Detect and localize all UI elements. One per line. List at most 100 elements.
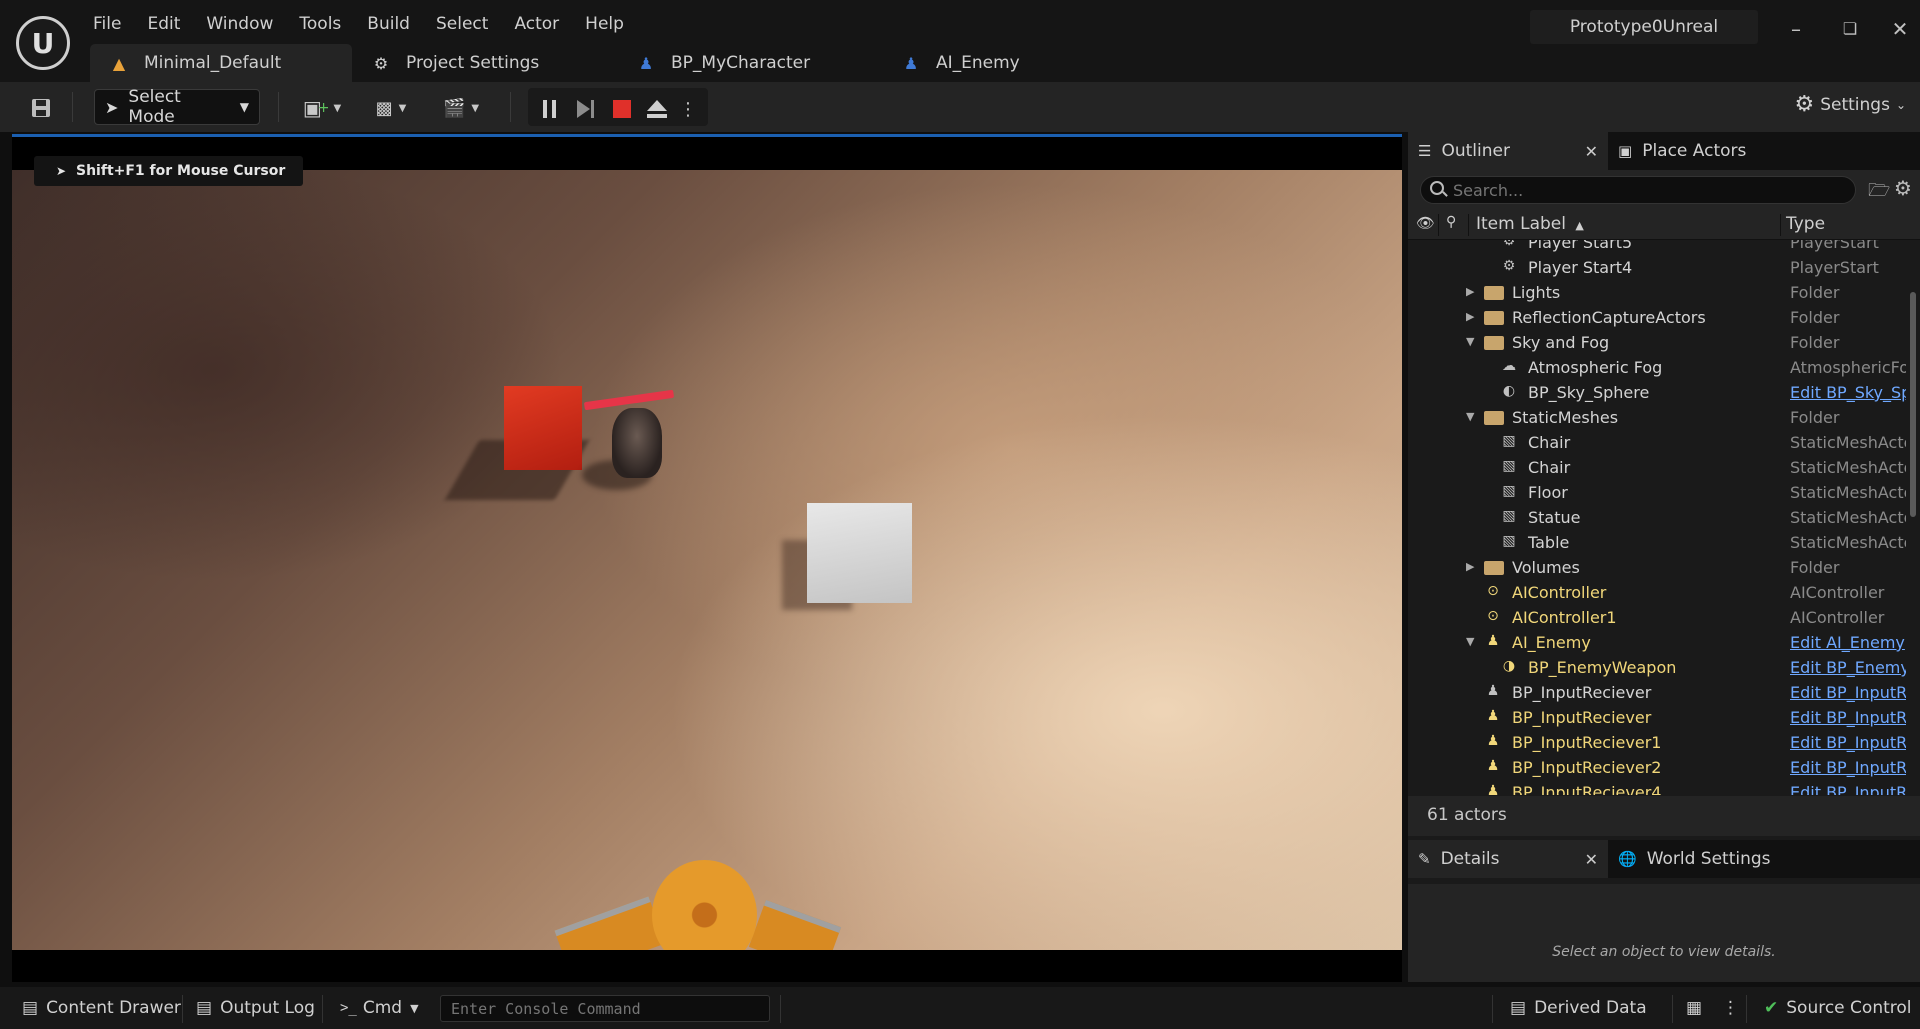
edit-blueprint-link[interactable]: Edit BP_EnemyWeapon xyxy=(1790,658,1906,677)
chevron-right-icon[interactable]: ▶ xyxy=(1466,560,1474,573)
console-command-input[interactable] xyxy=(440,995,770,1022)
menu-file[interactable]: File xyxy=(80,8,134,40)
select-mode-dropdown[interactable]: ➤ Select Mode ▼ xyxy=(94,87,260,127)
source-control-button[interactable]: ✔ Source Control xyxy=(1764,987,1912,1029)
menu-help[interactable]: Help xyxy=(572,8,637,40)
edit-blueprint-link[interactable]: Edit BP_InputReciever xyxy=(1790,733,1906,752)
statusbar-divider xyxy=(182,995,183,1023)
red-cube[interactable] xyxy=(504,386,582,470)
menu-tools[interactable]: Tools xyxy=(286,8,354,40)
settings-button[interactable]: ⚙ Settings ⌄ xyxy=(1794,92,1906,117)
menu-edit[interactable]: Edit xyxy=(134,8,193,40)
outliner-row[interactable]: ▧ Chair StaticMeshActor xyxy=(1408,455,1906,480)
outliner-row[interactable]: ▧ Chair StaticMeshActor xyxy=(1408,430,1906,455)
add-actor-button[interactable]: ▣ + ▼ xyxy=(298,91,346,125)
outliner-row[interactable]: ☁ Atmospheric Fog AtmosphericFog xyxy=(1408,355,1906,380)
enemy-character[interactable] xyxy=(612,408,662,478)
outliner-row[interactable]: ▼ StaticMeshes Folder xyxy=(1408,405,1906,430)
add-folder-icon[interactable]: 🗁 xyxy=(1868,178,1890,208)
cmd-dropdown[interactable]: >_ Cmd ▼ xyxy=(340,987,419,1029)
tab-place-actors[interactable]: ▣ Place Actors xyxy=(1608,132,1756,170)
outliner-row[interactable]: ◑ BP_EnemyWeapon Edit BP_EnemyWeapon xyxy=(1408,655,1906,680)
outliner-row[interactable]: ♟ BP_InputReciever1 Edit BP_InputReciever xyxy=(1408,730,1906,755)
outliner-row[interactable]: ♟ BP_InputReciever2 Edit BP_InputReciever xyxy=(1408,755,1906,780)
outliner-row[interactable]: ♟ BP_InputReciever Edit BP_InputReciever xyxy=(1408,680,1906,705)
chevron-down-icon[interactable]: ▼ xyxy=(1466,635,1474,648)
outliner-row[interactable]: ♟ BP_InputReciever4 Edit BP_InputReciever xyxy=(1408,780,1906,795)
search-input[interactable] xyxy=(1420,176,1856,204)
edit-blueprint-link[interactable]: Edit BP_InputReciever xyxy=(1790,783,1906,795)
stop-icon[interactable] xyxy=(608,92,636,126)
outliner-item-type: Folder xyxy=(1790,558,1840,577)
visibility-eye-icon[interactable]: 👁 xyxy=(1416,214,1435,232)
outliner-row[interactable]: ▶ Volumes Folder xyxy=(1408,555,1906,580)
edit-blueprint-link[interactable]: Edit AI_Enemy xyxy=(1790,633,1906,652)
output-log-button[interactable]: ▤ Output Log xyxy=(196,987,315,1029)
type-column[interactable]: Type xyxy=(1786,214,1825,234)
more-options-icon[interactable]: ⋮ xyxy=(1722,987,1739,1029)
more-options-icon[interactable]: ⋮ xyxy=(676,92,700,126)
outliner-row[interactable]: ⊙ AIController1 AIController xyxy=(1408,605,1906,630)
outliner-row[interactable]: ⚙ Player Start4 PlayerStart xyxy=(1408,255,1906,280)
menu-build[interactable]: Build xyxy=(354,8,423,40)
edit-blueprint-link[interactable]: Edit BP_Sky_Sphere xyxy=(1790,383,1906,402)
tab-ai-enemy[interactable]: ♟ AI_Enemy xyxy=(882,44,1147,82)
output-log-label: Output Log xyxy=(220,998,315,1018)
actor-count: 61 actors xyxy=(1408,796,1920,836)
outliner-row[interactable]: ◐ BP_Sky_Sphere Edit BP_Sky_Sphere xyxy=(1408,380,1906,405)
outliner-scrollbar[interactable] xyxy=(1910,292,1916,517)
chevron-right-icon[interactable]: ▶ xyxy=(1466,285,1474,298)
menu-select[interactable]: Select xyxy=(423,8,501,40)
content-drawer-button[interactable]: ▤ Content Drawer xyxy=(22,987,181,1029)
network-icon[interactable]: ▦ xyxy=(1686,987,1702,1029)
save-icon[interactable] xyxy=(26,91,56,125)
cmd-label: Cmd xyxy=(362,998,403,1018)
checkmark-circle-icon: ✔ xyxy=(1764,998,1779,1018)
gear-icon[interactable]: ⚙ xyxy=(1894,176,1912,200)
outliner-row[interactable]: ▶ ReflectionCaptureActors Folder xyxy=(1408,305,1906,330)
edit-blueprint-link[interactable]: Edit BP_InputReciever xyxy=(1790,683,1906,702)
item-label-column[interactable]: Item Label ▲ xyxy=(1476,214,1584,234)
tab-project-settings[interactable]: ⚙ Project Settings xyxy=(352,44,617,82)
edit-blueprint-link[interactable]: Edit BP_InputReciever xyxy=(1790,758,1906,777)
outliner-item-type: Folder xyxy=(1790,333,1840,352)
outliner-row[interactable]: ⚙ Player Start5 PlayerStart xyxy=(1408,240,1906,255)
outliner-row[interactable]: ▧ Table StaticMeshActor xyxy=(1408,530,1906,555)
tab-minimal-default[interactable]: ▲ Minimal_Default xyxy=(90,44,352,82)
tab-details[interactable]: ✎ Details ✕ xyxy=(1408,840,1608,878)
tab-outliner[interactable]: ☰ Outliner ✕ xyxy=(1408,132,1608,170)
outliner-row[interactable]: ▼ Sky and Fog Folder xyxy=(1408,330,1906,355)
outliner-row[interactable]: ▧ Floor StaticMeshActor xyxy=(1408,480,1906,505)
edit-blueprint-link[interactable]: Edit BP_InputReciever xyxy=(1790,708,1906,727)
chevron-right-icon[interactable]: ▶ xyxy=(1466,310,1474,323)
blueprint-button[interactable]: ▩ ▼ xyxy=(366,91,416,125)
outliner-row[interactable]: ♟ BP_InputReciever Edit BP_InputReciever xyxy=(1408,705,1906,730)
level-viewport[interactable] xyxy=(12,170,1402,950)
pause-icon[interactable] xyxy=(536,92,564,126)
chevron-down-icon[interactable]: ▼ xyxy=(1466,410,1474,423)
close-icon[interactable]: ✕ xyxy=(1585,142,1598,161)
cinematics-button[interactable]: 🎬 ▼ xyxy=(436,91,486,125)
tab-world-settings[interactable]: 🌐 World Settings xyxy=(1608,840,1781,878)
menu-actor[interactable]: Actor xyxy=(501,8,572,40)
player-mesh[interactable] xyxy=(652,860,757,950)
source-control-label: Source Control xyxy=(1786,998,1912,1018)
close-window-icon[interactable]: ✕ xyxy=(1880,14,1920,44)
eject-icon[interactable] xyxy=(642,92,672,126)
minimize-icon[interactable]: – xyxy=(1776,14,1816,44)
frame-skip-icon[interactable] xyxy=(572,92,600,126)
unreal-logo-icon[interactable]: U xyxy=(16,16,70,70)
close-icon[interactable]: ✕ xyxy=(1585,850,1598,869)
derived-data-button[interactable]: ▤ Derived Data xyxy=(1510,987,1647,1029)
restore-icon[interactable]: ❏ xyxy=(1830,14,1870,44)
chevron-down-icon[interactable]: ▼ xyxy=(1466,335,1474,348)
menu-window[interactable]: Window xyxy=(193,8,286,40)
outliner-row[interactable]: ▧ Statue StaticMeshActor xyxy=(1408,505,1906,530)
folder-icon xyxy=(1484,311,1504,325)
tab-bp-mycharacter[interactable]: ♟ BP_MyCharacter xyxy=(617,44,882,82)
outliner-row[interactable]: ▼ ♟ AI_Enemy Edit AI_Enemy xyxy=(1408,630,1906,655)
white-cube[interactable] xyxy=(807,503,912,603)
pin-icon[interactable]: ⚲ xyxy=(1446,214,1456,230)
outliner-row[interactable]: ⊙ AIController AIController xyxy=(1408,580,1906,605)
outliner-row[interactable]: ▶ Lights Folder xyxy=(1408,280,1906,305)
